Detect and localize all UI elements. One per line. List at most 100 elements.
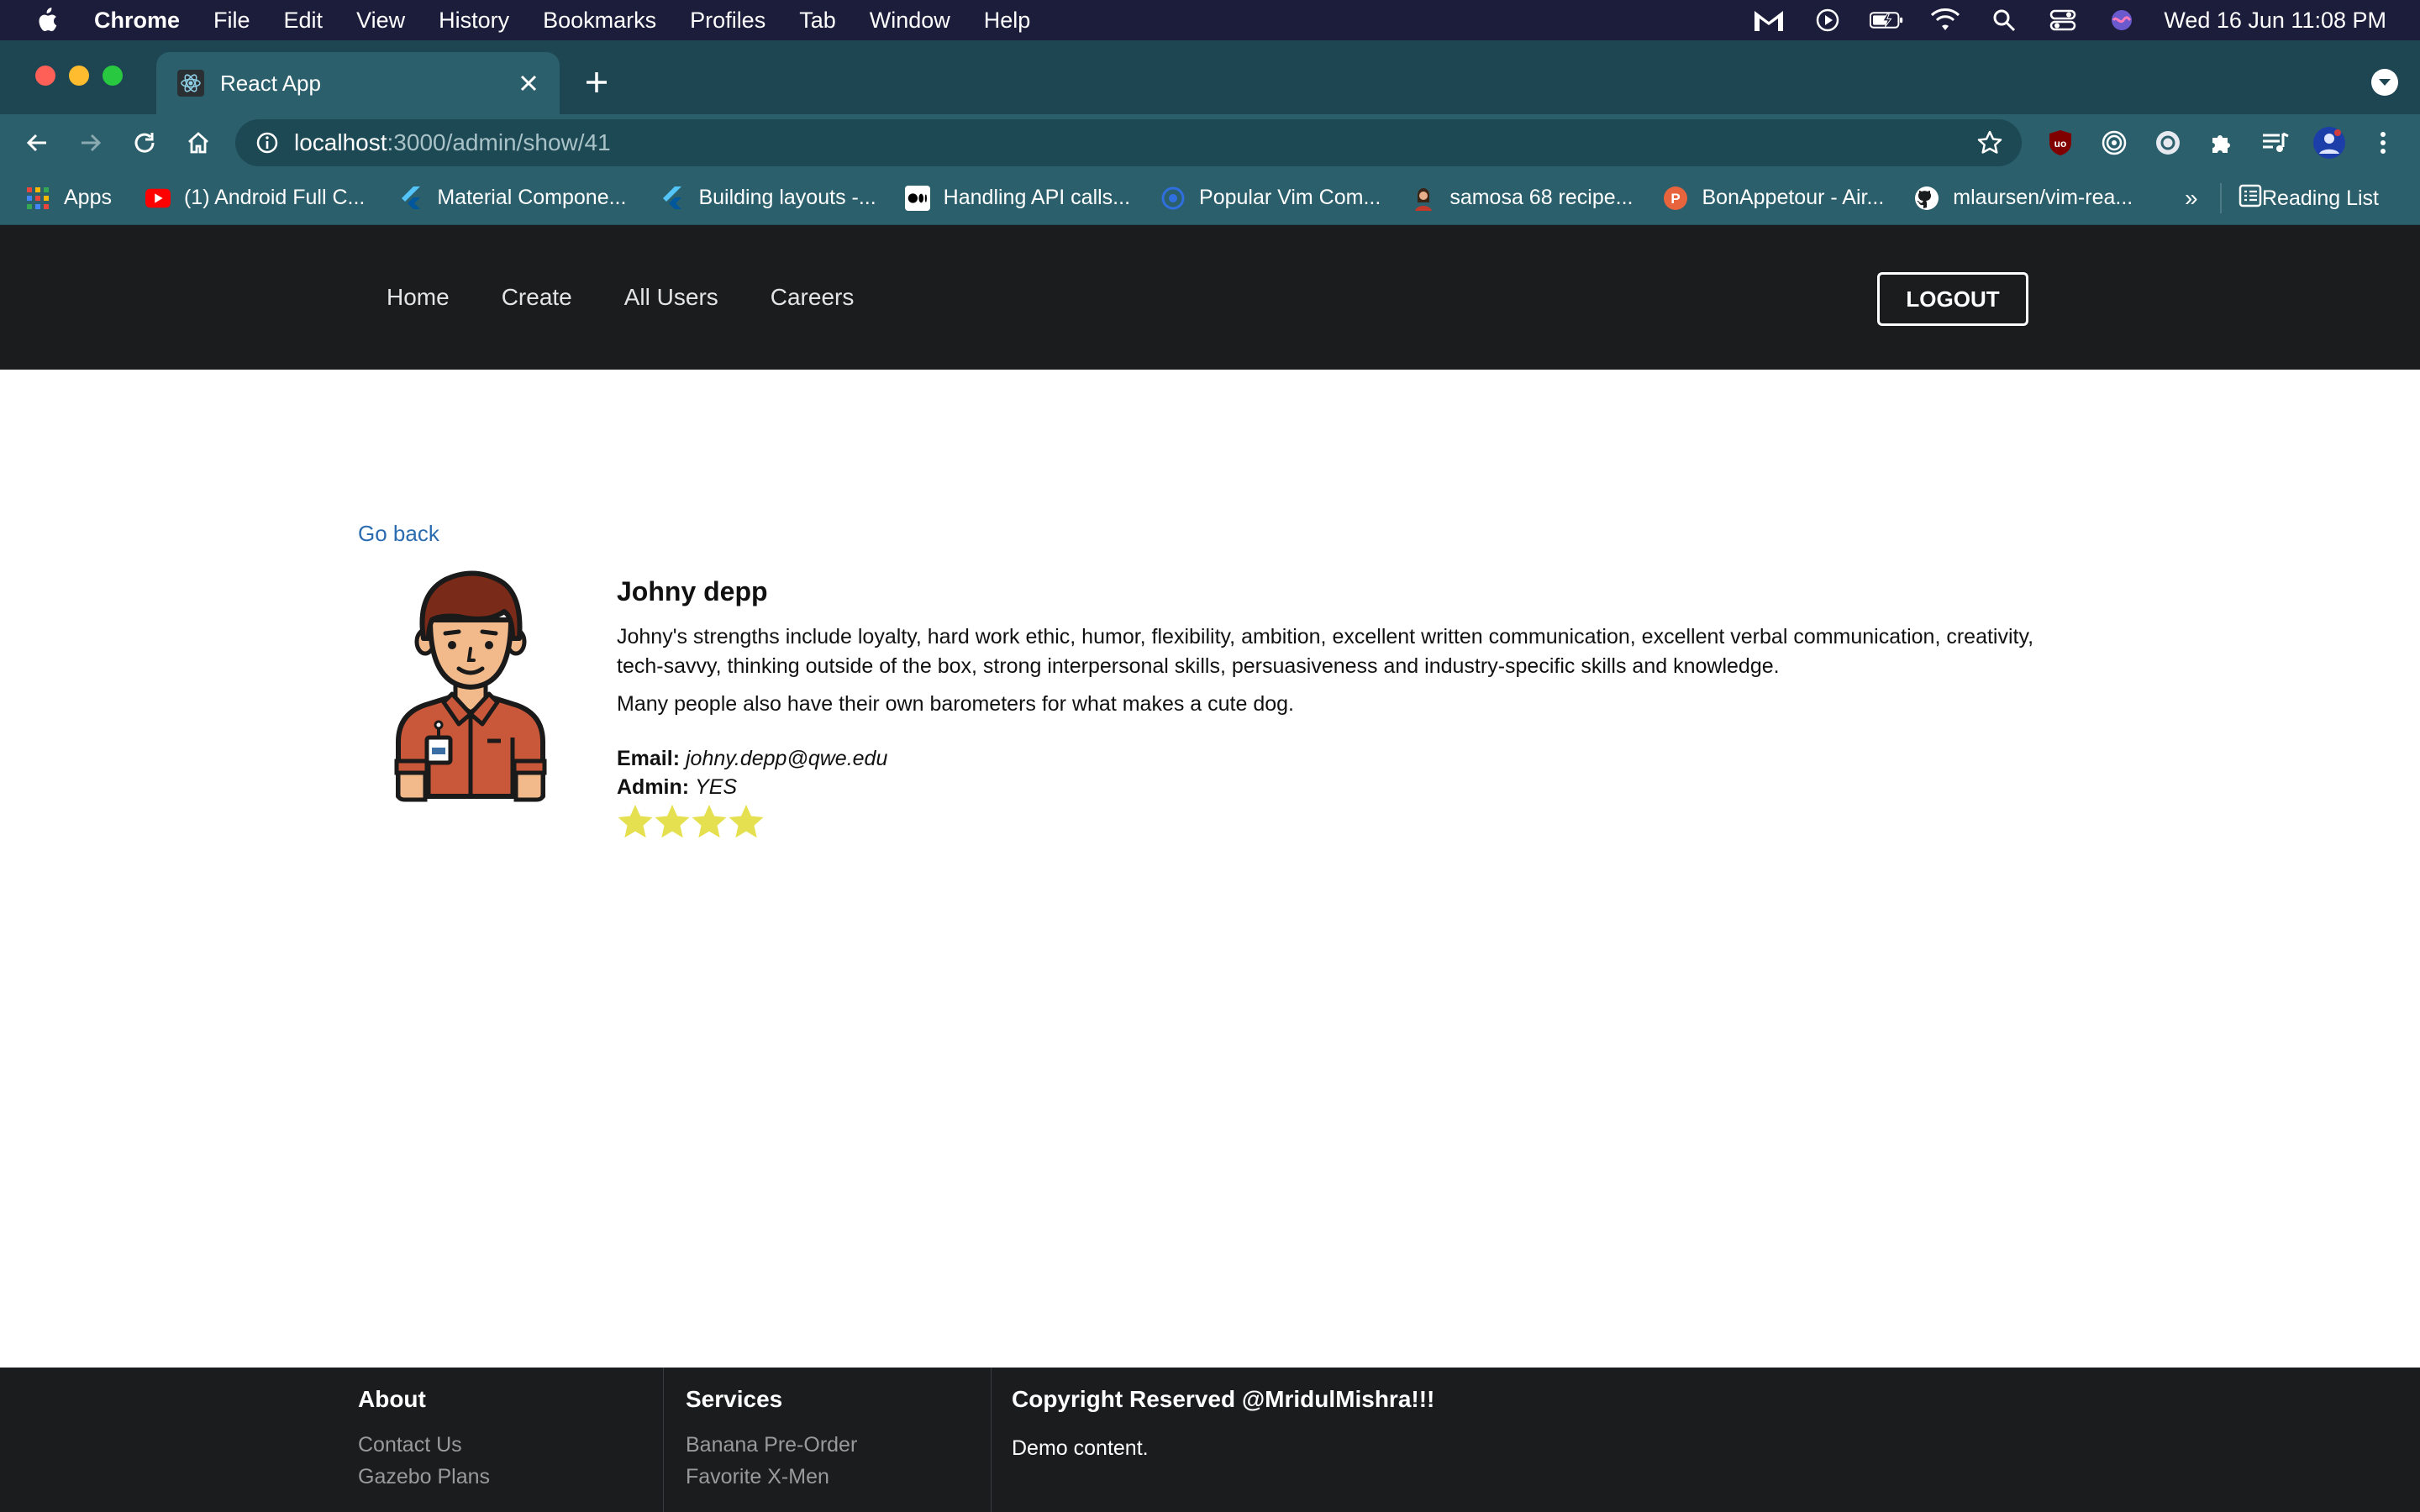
bookmark-popular-vim-commands[interactable]: Popular Vim Com...: [1160, 186, 1381, 211]
menu-bookmarks[interactable]: Bookmarks: [543, 8, 656, 34]
bookmark-label: BonAppetour - Air...: [1702, 186, 1885, 209]
tab-title: React App: [220, 70, 321, 96]
bookmark-label: Apps: [64, 186, 112, 209]
siri-icon[interactable]: [2105, 3, 2139, 37]
bookmark-star-icon[interactable]: [1975, 128, 2005, 158]
email-value: johny.depp@qwe.edu: [685, 747, 888, 770]
spotlight-search-icon[interactable]: [1987, 3, 2021, 37]
menu-file[interactable]: File: [213, 8, 250, 34]
bookmark-label: Building layouts -...: [698, 186, 876, 209]
menu-tab[interactable]: Tab: [799, 8, 836, 34]
battery-icon[interactable]: [1870, 3, 1903, 37]
window-close-button[interactable]: [35, 66, 55, 86]
nav-link-careers[interactable]: Careers: [771, 284, 855, 311]
grammar-extension-icon[interactable]: [2151, 126, 2185, 160]
go-back-link[interactable]: Go back: [358, 521, 439, 547]
media-queue-icon[interactable]: [2259, 126, 2292, 160]
site-icon: [1160, 186, 1186, 211]
window-zoom-button[interactable]: [103, 66, 123, 86]
site-navbar: Home Create All Users Careers LOGOUT: [0, 225, 2420, 370]
menu-history[interactable]: History: [439, 8, 509, 34]
footer-link-banana-pre-order[interactable]: Banana Pre-Order: [686, 1433, 857, 1457]
control-center-icon[interactable]: [2046, 3, 2080, 37]
bookmark-material-components[interactable]: Material Compone...: [398, 186, 626, 211]
reading-list-label: Reading List: [2262, 186, 2379, 210]
browser-tab-strip: React App: [0, 40, 2420, 114]
bookmark-label: samosa 68 recipe...: [1449, 186, 1634, 209]
site-info-icon[interactable]: [254, 129, 281, 156]
react-logo-icon: [176, 69, 205, 97]
window-minimize-button[interactable]: [69, 66, 89, 86]
ublock-extension-icon[interactable]: uo: [2044, 126, 2077, 160]
footer-link-favorite-x-men[interactable]: Favorite X-Men: [686, 1465, 829, 1489]
star-icon: [692, 805, 727, 838]
home-icon[interactable]: [182, 126, 215, 160]
apple-menu-icon[interactable]: [34, 5, 59, 35]
wifi-icon[interactable]: [1928, 3, 1962, 37]
new-tab-icon[interactable]: [580, 66, 613, 99]
menu-help[interactable]: Help: [984, 8, 1031, 34]
bookmark-label: (1) Android Full C...: [183, 186, 366, 209]
footer-link-gazebo-plans[interactable]: Gazebo Plans: [358, 1465, 490, 1489]
bookmark-samosa-recipe[interactable]: samosa 68 recipe...: [1411, 186, 1633, 211]
svg-text:P: P: [1671, 191, 1681, 207]
menu-profiles[interactable]: Profiles: [690, 8, 765, 34]
footer-copyright-title: Copyright Reserved @MridulMishra!!!: [1012, 1386, 1435, 1412]
footer-services: Services Banana Pre-Order Favorite X-Men: [664, 1368, 992, 1512]
reading-list-button[interactable]: Reading List: [2238, 171, 2379, 225]
bookmark-label: Popular Vim Com...: [1199, 186, 1381, 209]
gmail-icon[interactable]: [1752, 3, 1786, 37]
url-path: :3000/admin/show/41: [387, 129, 611, 155]
bookmark-building-layouts[interactable]: Building layouts -...: [660, 186, 876, 211]
menubar-app-name[interactable]: Chrome: [94, 8, 180, 34]
forward-arrow-icon[interactable]: [74, 126, 108, 160]
menu-view[interactable]: View: [356, 8, 405, 34]
url-host: localhost: [294, 129, 387, 155]
logout-button[interactable]: LOGOUT: [1877, 272, 2028, 326]
menu-window[interactable]: Window: [870, 8, 950, 34]
bookmarks-overflow-chevron[interactable]: »: [2185, 185, 2198, 212]
footer-about-title: About: [358, 1386, 426, 1412]
site-footer: About Contact Us Gazebo Plans Services B…: [0, 1368, 2420, 1512]
chrome-menu-kebab-icon[interactable]: [2366, 126, 2400, 160]
bookmark-label: Material Compone...: [437, 186, 627, 209]
admin-row: Admin: YES: [617, 773, 2045, 801]
target-extension-icon[interactable]: [2097, 126, 2131, 160]
menubar-clock[interactable]: Wed 16 Jun 11:08 PM: [2164, 8, 2386, 34]
flutter-icon: [398, 186, 424, 211]
profile-details: Johny depp Johny's strengths include loy…: [617, 576, 2045, 840]
bookmark-apps[interactable]: Apps: [25, 186, 112, 211]
medium-icon: [904, 185, 930, 211]
address-bar[interactable]: localhost:3000/admin/show/41: [235, 119, 2022, 166]
tab-react-app[interactable]: React App: [156, 52, 560, 114]
star-rating: [617, 803, 2045, 840]
footer-demo-text: Demo content.: [1012, 1436, 1149, 1460]
bookmarks-divider: [2220, 183, 2222, 213]
back-arrow-icon[interactable]: [20, 126, 54, 160]
user-avatar: [387, 570, 555, 805]
bookmark-android-course[interactable]: (1) Android Full C...: [145, 186, 365, 211]
nav-link-all-users[interactable]: All Users: [624, 284, 718, 311]
bonappetour-icon: P: [1663, 186, 1688, 211]
star-icon: [729, 805, 764, 838]
bookmark-vim-react-snippets[interactable]: mlaursen/vim-rea...: [1914, 186, 2133, 211]
nav-link-home[interactable]: Home: [387, 284, 450, 311]
footer-link-contact-us[interactable]: Contact Us: [358, 1433, 462, 1457]
main-content: Go back Johny depp Johny's strengths inc…: [0, 370, 2420, 1368]
nav-link-create[interactable]: Create: [502, 284, 572, 311]
star-icon: [618, 805, 653, 838]
admin-value: YES: [695, 775, 738, 799]
footer-copyright: Copyright Reserved @MridulMishra!!! Demo…: [992, 1368, 1748, 1512]
profile-avatar-icon[interactable]: [2312, 126, 2346, 160]
extensions-puzzle-icon[interactable]: [2205, 126, 2238, 160]
bookmark-handling-api-calls[interactable]: Handling API calls...: [904, 185, 1130, 211]
reload-icon[interactable]: [128, 126, 161, 160]
star-icon: [655, 805, 690, 838]
bookmark-bonappetour[interactable]: P BonAppetour - Air...: [1663, 186, 1884, 211]
svg-text:uo: uo: [2054, 138, 2067, 150]
play-circle-icon[interactable]: [1811, 3, 1844, 37]
tab-search-icon[interactable]: [2371, 69, 2398, 96]
footer-services-title: Services: [686, 1386, 783, 1412]
menu-edit[interactable]: Edit: [284, 8, 324, 34]
close-tab-icon[interactable]: [514, 69, 543, 97]
